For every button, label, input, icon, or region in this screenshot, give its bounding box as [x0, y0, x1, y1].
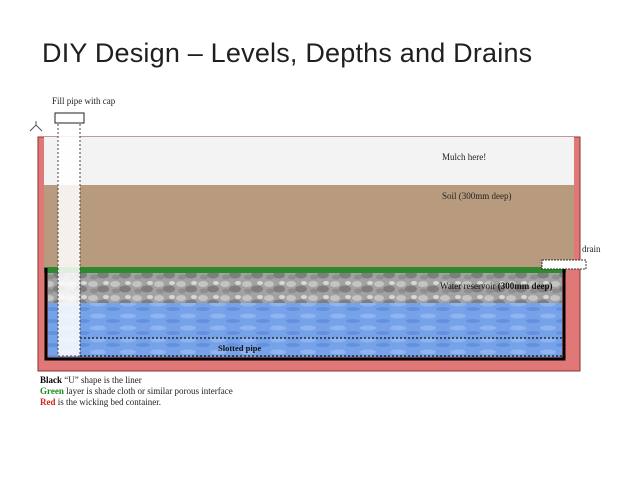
reservoir-label-depth: (300mm deep)	[498, 281, 553, 291]
legend: Black “U” shape is the liner Green layer…	[40, 375, 233, 408]
fill-pipe-cap	[54, 112, 85, 124]
legend-line-red: Red is the wicking bed container.	[40, 397, 233, 408]
drain-label: drain	[582, 244, 601, 254]
legend-key-black: Black	[40, 375, 63, 385]
legend-text-green: layer is shade cloth or similar porous i…	[63, 386, 233, 396]
drain-pipe	[541, 259, 587, 270]
fill-pipe	[57, 121, 81, 357]
legend-text-black: “U” shape is the liner	[62, 375, 142, 385]
reservoir-label: Water reservoir (300mm deep)	[440, 281, 553, 291]
legend-text-red: is the wicking bed container.	[55, 397, 161, 407]
reservoir-label-prefix: Water reservoir	[440, 281, 498, 291]
level-marker-icon	[29, 121, 43, 132]
legend-line-green: Green layer is shade cloth or similar po…	[40, 386, 233, 397]
fill-pipe-label: Fill pipe with cap	[52, 96, 116, 106]
slotted-pipe-label: Slotted pipe	[218, 343, 261, 353]
mulch-label: Mulch here!	[442, 152, 486, 162]
legend-key-red: Red	[40, 397, 56, 407]
shade-cloth-layer	[44, 267, 566, 273]
mulch-layer	[44, 137, 574, 185]
legend-key-green: Green	[40, 386, 64, 396]
legend-line-black: Black “U” shape is the liner	[40, 375, 233, 386]
water-layer	[48, 303, 562, 357]
soil-label: Soil (300mm deep)	[442, 191, 512, 201]
